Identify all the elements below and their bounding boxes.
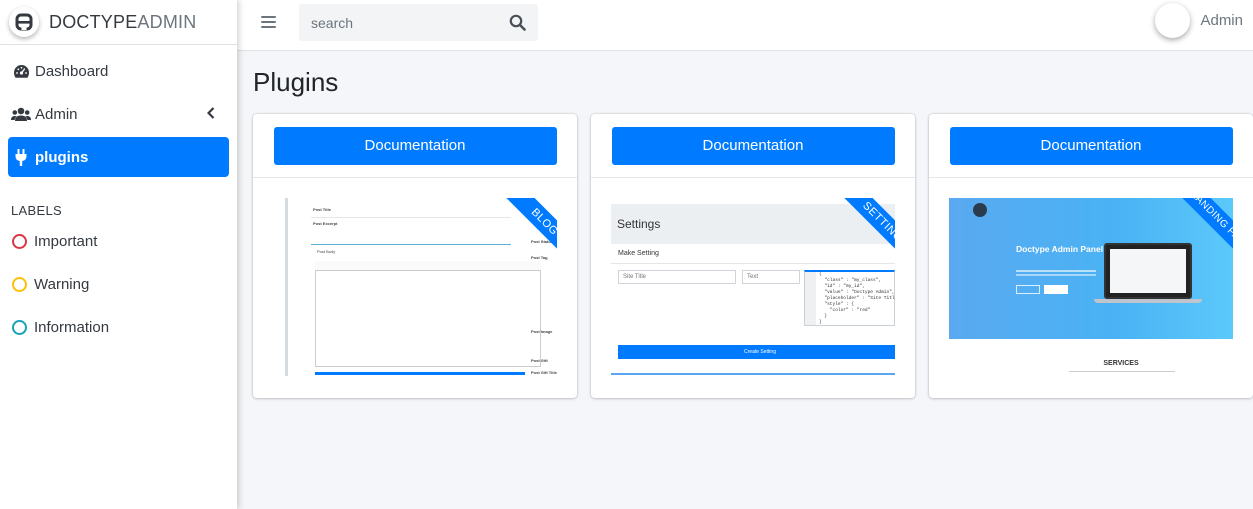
ribbon: LANDING PAGE (1169, 198, 1233, 262)
brand-name: DOCTYPEADMIN (49, 12, 196, 33)
sidebar-item-label: plugins (35, 148, 89, 166)
documentation-button[interactable]: Documentation (949, 126, 1233, 165)
chevron-left-icon (206, 106, 215, 123)
page-title: Plugins (253, 67, 339, 97)
preview-divider (311, 244, 511, 245)
plugin-thumbnail-landing[interactable]: Doctype Admin Panel SERVICES LANDING PAG… (949, 198, 1233, 378)
sidebar-item-label: Admin (35, 105, 78, 123)
preview-laptop-base (1094, 299, 1202, 303)
card-header: Documentation (253, 114, 577, 178)
preview-hero-title: Doctype Admin Panel (1016, 244, 1104, 254)
preview-logo-icon (973, 203, 987, 217)
label-information[interactable]: Information (8, 307, 229, 347)
preview-code: { "class" : "my_class", "id" : "my_id", … (819, 272, 895, 325)
preview-label: Post Body (317, 249, 336, 254)
label-text: Warning (34, 275, 90, 293)
documentation-button[interactable]: Documentation (273, 126, 557, 165)
card-header: Documentation (929, 114, 1253, 178)
plug-icon (11, 148, 31, 166)
preview-bar (611, 373, 895, 375)
brand-name-bold: DOCTYPE (49, 11, 138, 32)
preview-code-editor: { "class" : "my_class", "id" : "my_id", … (804, 270, 895, 326)
topbar: Admin (237, 0, 1253, 51)
preview-create-button: Create Setting (618, 345, 895, 359)
brand-logo-icon (9, 7, 39, 37)
brand-name-light: ADMIN (137, 11, 197, 32)
circle-icon (12, 276, 27, 292)
preview-label: Post Title (313, 207, 331, 212)
plugin-card-setting: Documentation Settings Make Setting Site… (591, 114, 915, 398)
brand-link[interactable]: DOCTYPEADMIN (0, 0, 237, 45)
labels-header: LABELS (11, 203, 62, 218)
preview-toolbar (315, 261, 541, 271)
user-name: Admin (1200, 12, 1243, 29)
preview-label: Post Image (531, 329, 553, 334)
sidebar-nav: Dashboard Admin plugins (0, 45, 237, 177)
preview-label: Post Gift Title (531, 370, 557, 375)
preview-label: Post Excerpt (313, 221, 338, 226)
preview-divider (1069, 371, 1175, 372)
dashboard-icon (11, 64, 31, 79)
sidebar-item-plugins[interactable]: plugins (8, 137, 229, 177)
search-icon[interactable] (509, 14, 526, 31)
circle-icon (12, 319, 27, 335)
label-important[interactable]: Important (8, 221, 229, 261)
label-text: Information (34, 318, 110, 336)
ribbon-label: BLOG (503, 198, 557, 262)
ribbon-label: SETTING (841, 198, 895, 262)
code-gutter (805, 272, 816, 325)
avatar (1155, 3, 1191, 38)
search-box (299, 4, 538, 41)
menu-toggle-icon[interactable] (261, 16, 276, 28)
preview-field: Site Title (618, 270, 736, 284)
preview-hero-text (1016, 270, 1096, 272)
ribbon: SETTING (831, 198, 895, 262)
preview-label: Post Gift (531, 358, 548, 363)
card-header: Documentation (591, 114, 915, 178)
documentation-button[interactable]: Documentation (611, 126, 895, 165)
preview-editor (315, 261, 541, 367)
preview-bar (315, 372, 525, 375)
plugin-card-blog: Documentation Post Title Post Excerpt Po… (253, 114, 577, 398)
preview-section-title: SERVICES (1103, 360, 1139, 367)
ribbon: BLOG (493, 198, 557, 262)
user-menu[interactable]: Admin (1155, 3, 1243, 38)
circle-icon (12, 233, 27, 249)
plugin-card-landing-page: Documentation Doctype Admin Panel SERVIC… (929, 114, 1253, 398)
users-icon (11, 107, 31, 122)
preview-select: Text (742, 270, 800, 284)
sidebar-item-dashboard[interactable]: Dashboard (8, 51, 229, 91)
preview-hero-button (1044, 285, 1068, 294)
sidebar-item-label: Dashboard (35, 62, 109, 80)
sidebar-item-admin[interactable]: Admin (8, 94, 229, 134)
plugin-thumbnail-blog[interactable]: Post Title Post Excerpt Post Body Post S… (273, 198, 557, 378)
search-input[interactable] (299, 4, 489, 41)
ribbon-label: LANDING PAGE (1179, 198, 1233, 262)
label-text: Important (34, 232, 98, 250)
plugin-thumbnail-setting[interactable]: Settings Make Setting Site Title Text { … (611, 198, 895, 378)
label-warning[interactable]: Warning (8, 264, 229, 304)
preview-hero-button (1016, 285, 1040, 294)
sidebar: DOCTYPEADMIN Dashboard Admin plugins LAB… (0, 0, 237, 509)
preview-divider (311, 217, 511, 218)
